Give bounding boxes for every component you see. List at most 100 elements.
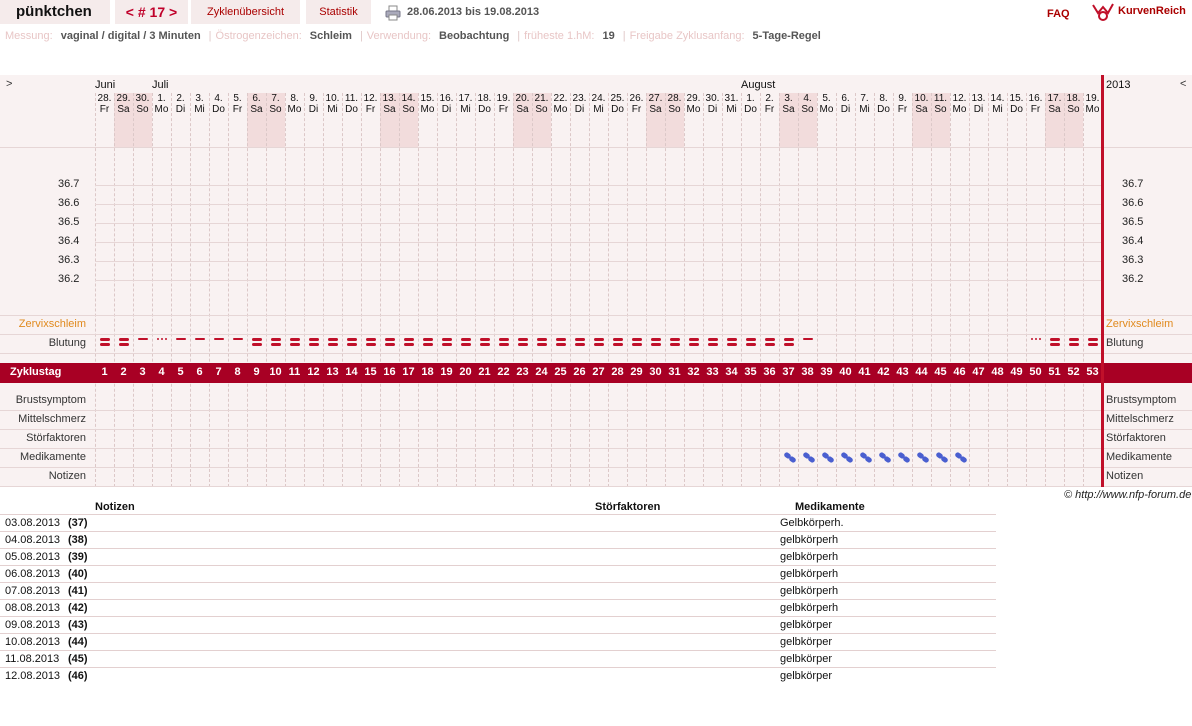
note-date: 05.08.2013 [5, 551, 61, 563]
weekday: Mo [952, 104, 967, 115]
cycle-day-number: 40 [839, 366, 852, 378]
medication-pill-icon[interactable] [788, 455, 797, 464]
bleeding-heavy [270, 338, 281, 341]
date-range: 28.06.2013 bis 19.08.2013 [407, 6, 540, 18]
medication-pill-icon[interactable] [883, 455, 892, 464]
medication-pill-icon[interactable] [845, 455, 854, 464]
temp-tick-left: 36.3 [58, 254, 80, 266]
day-gridline [361, 93, 362, 487]
weekday: Mi [992, 104, 1003, 115]
weekday: Do [744, 104, 757, 115]
day-gridline [494, 93, 495, 487]
info-separator: | [517, 30, 521, 42]
temp-tick-right: 36.4 [1122, 235, 1144, 247]
day-number: 5. [822, 93, 831, 104]
printer-icon[interactable] [385, 5, 401, 21]
medication-pill-icon[interactable] [864, 455, 873, 464]
bleeding-heavy [441, 338, 452, 341]
faq-link[interactable]: FAQ [1047, 8, 1070, 20]
note-date: 04.08.2013 [5, 534, 61, 546]
cycle-day-number: 14 [345, 366, 358, 378]
day-number: 19. [496, 93, 511, 104]
tab-cycle-overview[interactable]: Zyklenübersicht [191, 0, 300, 24]
day-header: 9. Fr [893, 93, 912, 147]
cycle-day-number: 15 [364, 366, 377, 378]
bleeding-heavy [270, 343, 281, 346]
cycle-day-number: 38 [801, 366, 814, 378]
note-medication: gelbkörperh [780, 568, 839, 580]
day-number: 3. [784, 93, 793, 104]
day-gridline [608, 93, 609, 487]
bleeding-heavy [327, 338, 338, 341]
weekday: Mi [593, 104, 604, 115]
bleeding-heavy [745, 343, 756, 346]
chart-next-button[interactable]: < [1180, 78, 1186, 90]
bleeding-heavy [403, 343, 414, 346]
day-number: 29. [686, 93, 701, 104]
kurvenreich-logo-icon[interactable] [1091, 1, 1115, 24]
chart-prev-button[interactable]: > [6, 78, 12, 90]
day-header: 28. Fr [95, 93, 114, 147]
row-separator [0, 486, 1192, 487]
info-value: Schleim [309, 30, 352, 42]
tab-statistics[interactable]: Statistik [306, 0, 371, 24]
weekday: Sa [782, 104, 795, 115]
day-number: 12. [952, 93, 967, 104]
bleeding-heavy [289, 343, 300, 346]
header-separator [0, 147, 1192, 148]
cycle-navigation[interactable]: < # 17 > [115, 0, 188, 24]
day-number: 29. [116, 93, 131, 104]
cycle-day-number: 45 [934, 366, 947, 378]
day-gridline [304, 93, 305, 487]
cycle-day-number: 25 [554, 366, 567, 378]
weekday: Mi [194, 104, 205, 115]
day-header: 19. Mo [1083, 93, 1102, 147]
day-number: 27. [648, 93, 663, 104]
weekday: Do [345, 104, 358, 115]
note-medication: gelbkörper [780, 636, 832, 648]
info-label: früheste 1.hM: [524, 30, 595, 42]
info-label: Freigabe Zyklusanfang: [629, 30, 745, 42]
day-header: 9. Di [304, 93, 323, 147]
day-header: 27. Sa [646, 93, 665, 147]
temp-tick-left: 36.7 [58, 178, 80, 190]
day-gridline [228, 93, 229, 487]
medication-pill-icon[interactable] [807, 455, 816, 464]
bleeding-heavy [479, 338, 490, 341]
medication-pill-icon[interactable] [959, 455, 968, 464]
note-cycle-day: (41) [68, 585, 88, 597]
weekday: Mo [553, 104, 568, 115]
day-number: 1. [746, 93, 755, 104]
weekday: Do [478, 104, 491, 115]
medication-pill-icon[interactable] [921, 455, 930, 464]
month-label: Juli [152, 79, 169, 91]
day-gridline [969, 93, 970, 487]
medication-pill-icon[interactable] [940, 455, 949, 464]
day-number: 5. [233, 93, 242, 104]
kurvenreich-link[interactable]: KurvenReich [1118, 5, 1186, 17]
medication-pill-icon[interactable] [902, 455, 911, 464]
row-label-right-medik: Medikamente [1106, 451, 1173, 463]
medication-pill-icon[interactable] [826, 455, 835, 464]
bleeding-heavy [1049, 338, 1060, 341]
day-header: 30. Di [703, 93, 722, 147]
day-gridline [551, 93, 552, 487]
weekday: Di [840, 104, 851, 115]
weekday: Mo [819, 104, 834, 115]
weekday: Sa [250, 104, 263, 115]
day-header: 14. Mi [988, 93, 1007, 147]
cycle-day-number: 6 [196, 366, 203, 378]
day-gridline [684, 93, 685, 487]
day-number: 2. [176, 93, 185, 104]
column-header-medication: Medikamente [795, 501, 865, 513]
cycle-day-number: 5 [177, 366, 184, 378]
bleeding-heavy [650, 343, 661, 346]
row-separator [0, 410, 1192, 411]
bleeding-heavy [1068, 343, 1079, 346]
day-gridline [570, 93, 571, 487]
day-gridline [760, 93, 761, 487]
temp-gridline [95, 280, 1101, 281]
weekday: Fr [1030, 104, 1041, 115]
cycle-day-number: 44 [915, 366, 928, 378]
bleeding-heavy [669, 338, 680, 341]
